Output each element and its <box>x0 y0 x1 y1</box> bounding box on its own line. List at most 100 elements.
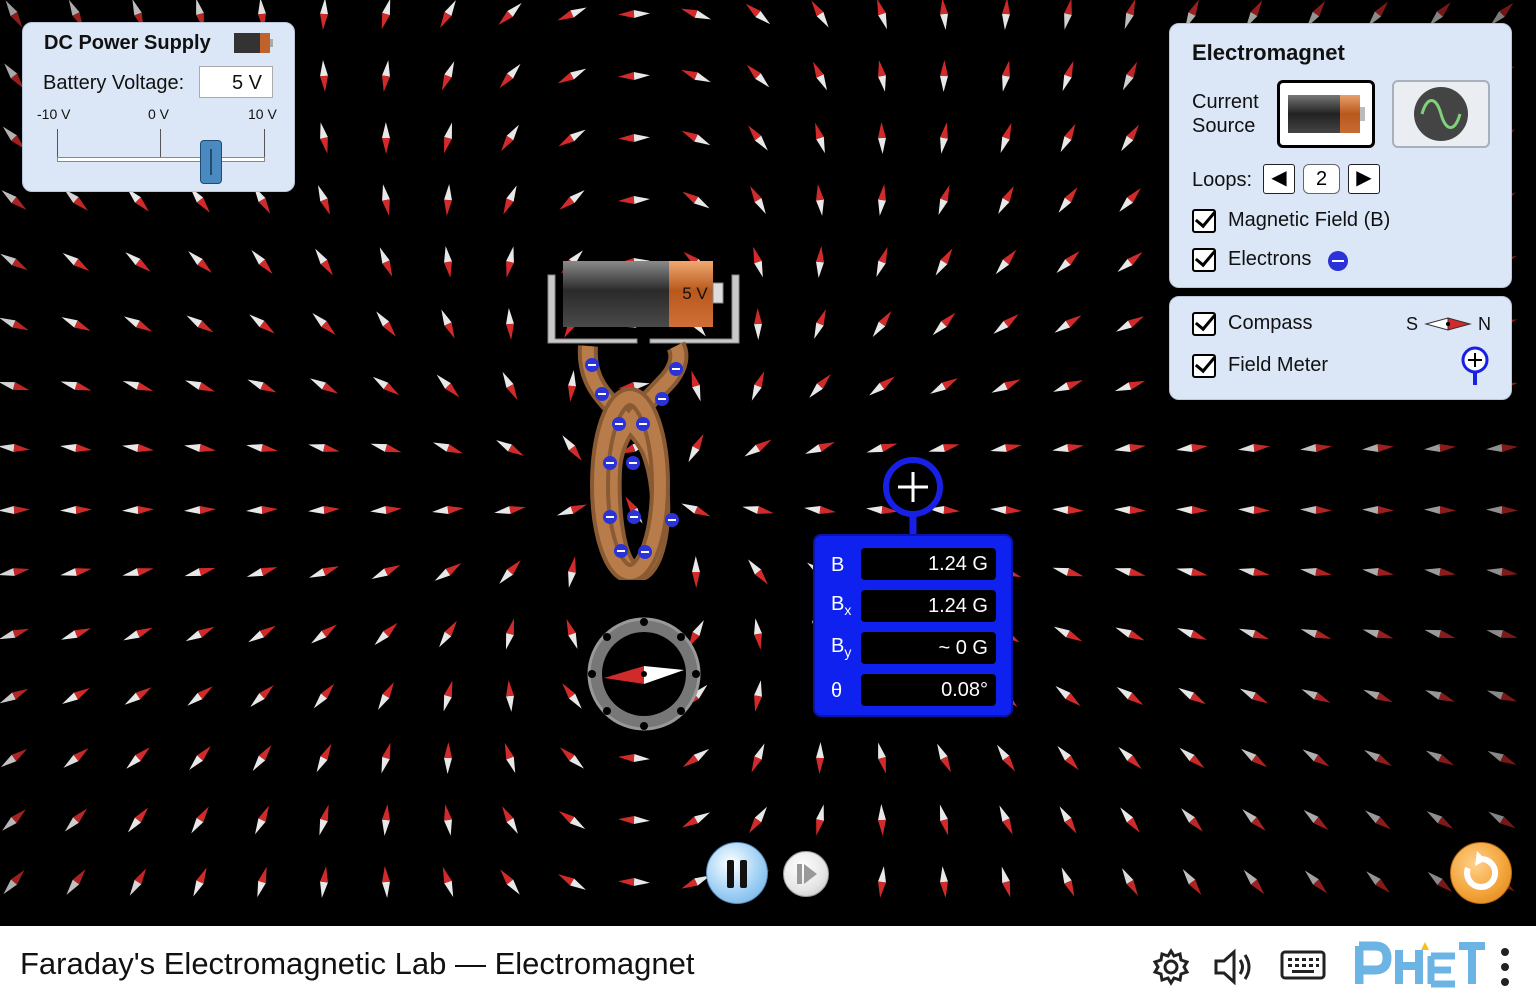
slider-tick-mark <box>57 129 58 159</box>
field-needle <box>1362 444 1394 452</box>
field-needle <box>940 0 948 30</box>
field-needle <box>618 10 650 18</box>
field-needle <box>374 622 398 646</box>
field-needle <box>557 7 587 21</box>
compass-checkbox[interactable] <box>1192 312 1216 336</box>
field-needle <box>1301 689 1331 703</box>
field-needle <box>439 620 457 648</box>
field-needle <box>62 253 90 271</box>
field-needle <box>558 810 586 830</box>
field-needle <box>63 748 89 768</box>
field-needle <box>754 308 762 340</box>
meter-value-by: ~ 0 G <box>861 632 996 664</box>
field-needle <box>506 246 514 278</box>
field-meter-probe[interactable] <box>880 455 946 539</box>
field-needle <box>937 743 951 773</box>
field-needle <box>442 866 454 898</box>
field-needle <box>748 559 768 585</box>
compass-legend-n: N <box>1478 314 1491 334</box>
field-needle <box>990 506 1022 514</box>
field-meter-checkbox[interactable] <box>1192 354 1216 378</box>
field-needle <box>499 560 521 584</box>
field-needle <box>746 64 770 88</box>
field-needle <box>501 124 519 152</box>
field-needle <box>1002 60 1010 92</box>
compass-tool[interactable] <box>582 612 706 736</box>
sound-icon[interactable] <box>1212 946 1260 988</box>
ac-source-button[interactable] <box>1392 80 1490 148</box>
field-needle <box>0 506 30 514</box>
electrons-checkbox[interactable] <box>1192 248 1216 272</box>
field-needle <box>940 122 948 154</box>
meter-label-b-text: B <box>831 554 845 576</box>
field-needle <box>496 440 524 456</box>
field-needle <box>60 568 92 576</box>
field-needle <box>444 742 452 774</box>
field-needle <box>814 309 826 339</box>
field-needle <box>504 742 516 774</box>
field-needle <box>185 380 215 392</box>
field-needle <box>123 627 153 641</box>
field-needle <box>1425 750 1455 766</box>
slider-tick-max: 10 V <box>248 106 277 122</box>
field-needle <box>938 184 950 216</box>
field-needle <box>1487 751 1517 765</box>
keyboard-icon[interactable] <box>1280 948 1326 982</box>
reset-all-button[interactable] <box>1450 842 1512 904</box>
meter-label-b: B <box>831 554 844 577</box>
field-needle <box>376 311 396 337</box>
field-needle <box>618 72 650 80</box>
ac-sine-icon <box>1414 87 1468 141</box>
field-needle <box>309 378 339 394</box>
voltage-slider-track[interactable] <box>57 157 265 162</box>
slider-tick-mark <box>264 129 265 159</box>
magnetic-field-checkbox[interactable] <box>1192 209 1216 233</box>
field-needle <box>998 186 1014 214</box>
navigation-bar: Faraday's Electromagnetic Lab — Electrom… <box>0 926 1536 1008</box>
field-needle <box>372 376 400 396</box>
field-needle <box>0 253 28 271</box>
field-needle <box>0 628 30 640</box>
field-needle <box>804 506 836 514</box>
field-needle <box>432 442 464 454</box>
field-needle <box>1120 807 1140 833</box>
step-forward-button[interactable] <box>783 851 829 897</box>
field-needle <box>315 248 333 276</box>
field-needle <box>1053 626 1083 642</box>
dc-source-button[interactable] <box>1277 80 1375 148</box>
field-meter-readout[interactable]: B 1.24 G Bx 1.24 G By ~ 0 G θ 0.08° <box>813 534 1013 717</box>
field-needle <box>1177 628 1207 640</box>
field-needle <box>1302 749 1330 767</box>
loops-increment-button[interactable]: ▶ <box>1348 164 1380 194</box>
field-needle <box>680 8 712 20</box>
field-needle <box>751 743 765 773</box>
field-needle <box>749 806 767 834</box>
tools-panel: Compass S N Field Meter <box>1169 296 1512 400</box>
field-needle <box>502 806 518 834</box>
field-needle <box>1365 810 1391 830</box>
field-needle <box>1118 747 1142 769</box>
field-needle <box>191 806 209 834</box>
voltage-slider-thumb[interactable] <box>200 140 222 184</box>
settings-gear-icon[interactable] <box>1150 946 1192 988</box>
field-needle <box>805 442 835 454</box>
current-source-label-line1: Current <box>1192 91 1259 113</box>
field-needle <box>940 866 948 898</box>
field-needle <box>1362 506 1394 514</box>
field-needle <box>125 252 151 272</box>
field-needle <box>1362 568 1394 576</box>
field-needle <box>940 60 948 92</box>
loops-value: 2 <box>1303 164 1340 194</box>
pause-button[interactable] <box>706 842 768 904</box>
loops-label: Loops: <box>1192 169 1253 191</box>
more-options-icon[interactable] <box>1497 946 1513 988</box>
field-needle <box>502 371 518 401</box>
field-needle <box>1117 252 1143 272</box>
field-needle <box>382 60 390 92</box>
field-needle <box>257 866 267 898</box>
loops-decrement-button[interactable]: ◀ <box>1263 164 1295 194</box>
field-needle <box>754 618 762 650</box>
meter-label-by: By <box>831 635 851 660</box>
field-needle <box>932 312 956 336</box>
phet-logo-icon[interactable] <box>1355 940 1485 992</box>
